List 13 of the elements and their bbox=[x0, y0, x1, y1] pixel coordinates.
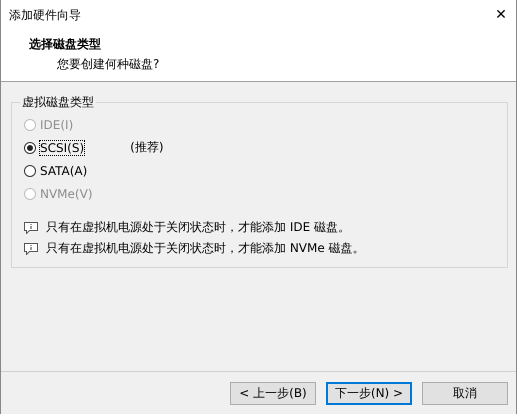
info-text: 只有在虚拟机电源处于关闭状态时，才能添加 NVMe 磁盘。 bbox=[46, 240, 365, 257]
window-title: 添加硬件向导 bbox=[9, 6, 81, 24]
info-text: 只有在虚拟机电源处于关闭状态时，才能添加 IDE 磁盘。 bbox=[46, 219, 350, 236]
wizard-button[interactable]: < 上一步(B) bbox=[230, 382, 316, 404]
page-subtitle: 您要创建何种磁盘? bbox=[57, 56, 160, 73]
wizard-button[interactable]: 取消 bbox=[422, 382, 508, 404]
wizard-button[interactable]: 下一步(N) > bbox=[326, 382, 412, 404]
group-title: 虚拟磁盘类型 bbox=[21, 94, 95, 111]
radio-label[interactable]: SCSI(S) bbox=[40, 140, 84, 154]
recommended-label: (推荐) bbox=[130, 139, 164, 156]
close-button[interactable]: ✕ bbox=[486, 7, 516, 23]
radio-label[interactable]: SATA(A) bbox=[40, 164, 88, 178]
page-title: 选择磁盘类型 bbox=[29, 36, 102, 53]
